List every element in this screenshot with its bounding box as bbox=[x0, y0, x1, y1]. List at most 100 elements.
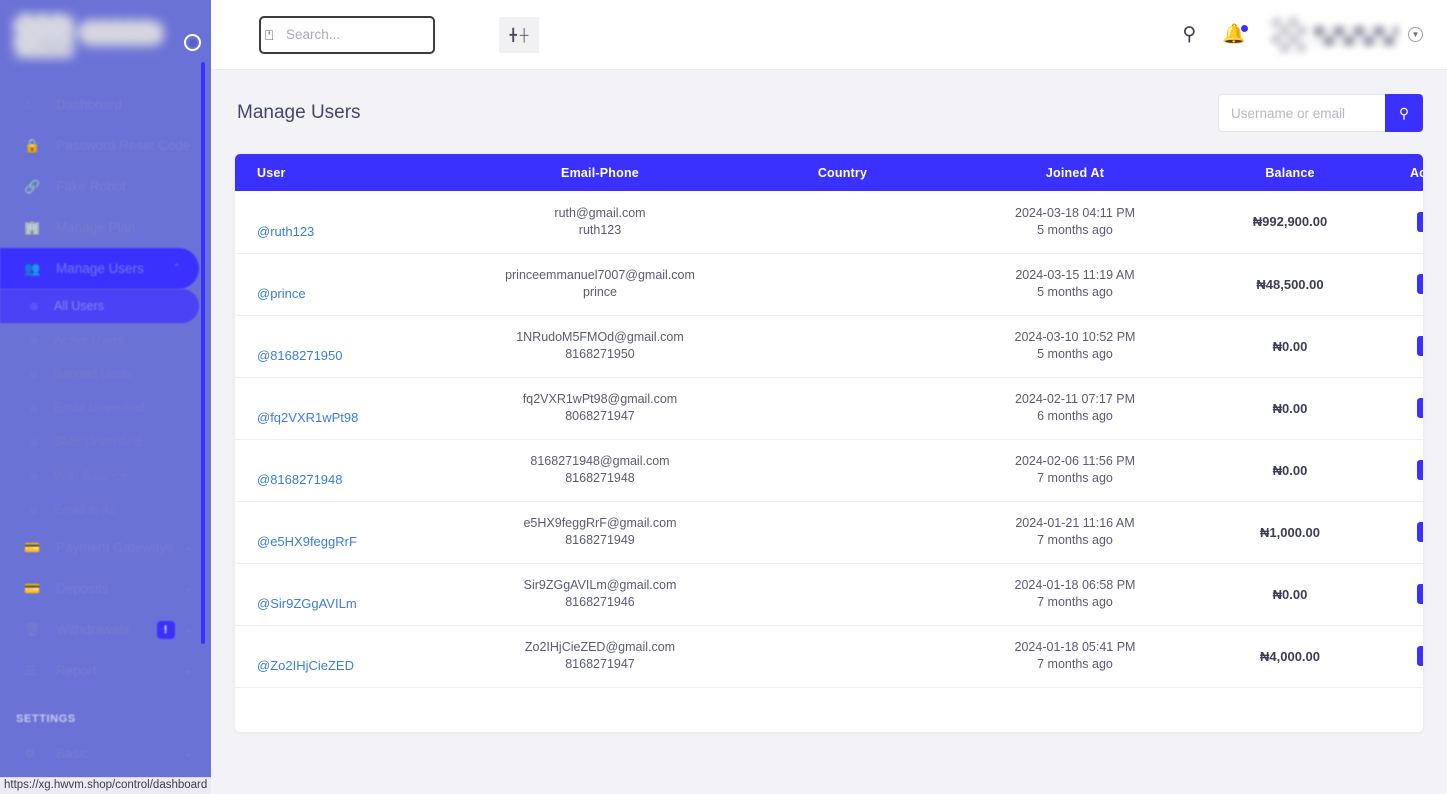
sidebar-item-banned-users[interactable]: ◎ Banned Users bbox=[0, 357, 211, 391]
cell-balance: ₦992,900.00 bbox=[1200, 191, 1380, 254]
user-link[interactable]: @8168271950 bbox=[257, 348, 343, 363]
sidebar-collapse-toggle[interactable] bbox=[184, 34, 201, 51]
topbar-tool-group[interactable]: ╋ ┼ bbox=[499, 16, 539, 53]
sidebar-item-basic[interactable]: ⚙ Basic ⌄ bbox=[0, 733, 211, 774]
search-slash-icon: ⍞ bbox=[265, 26, 274, 43]
cell-email-phone: 1NRudoM5FMOd@gmail.com 8168271950 bbox=[465, 315, 735, 378]
sidebar-scrollbar[interactable] bbox=[201, 62, 205, 644]
sidebar-item-email-to-all[interactable]: ◎ Email to All bbox=[0, 493, 211, 527]
joined-date: 2024-03-15 11:19 AM bbox=[1015, 268, 1135, 282]
cell-balance: ₦0.00 bbox=[1200, 377, 1380, 440]
users-icon: 👥 bbox=[24, 260, 41, 276]
dot-circle-icon: ◎ bbox=[30, 300, 38, 311]
view-user-button[interactable] bbox=[1417, 211, 1423, 232]
collapse-icon[interactable]: ┼ bbox=[520, 29, 529, 41]
cell-country bbox=[735, 563, 950, 626]
joined-date: 2024-02-11 07:17 PM bbox=[1015, 392, 1135, 406]
user-phone: 8168271950 bbox=[565, 347, 635, 361]
user-link[interactable]: @Sir9ZGgAVILm bbox=[257, 596, 357, 611]
cell-email-phone: Zo2IHjCieZED@gmail.com 8168271947 bbox=[465, 625, 735, 688]
cell-user: @ruth123 bbox=[235, 191, 465, 254]
user-search-button[interactable]: ⚲ bbox=[1385, 94, 1423, 132]
table-row: @fq2VXR1wPt98 fq2VXR1wPt98@gmail.com 80682… bbox=[235, 377, 1423, 440]
joined-relative: 7 months ago bbox=[1037, 657, 1113, 671]
cell-country bbox=[735, 253, 950, 316]
home-icon: ⌂ bbox=[24, 97, 32, 112]
table-row: @Zo2IHjCieZED Zo2IHjCieZED@gmail.com 81682… bbox=[235, 625, 1423, 688]
user-email: 8168271948@gmail.com bbox=[530, 454, 670, 468]
bell-icon[interactable]: 🔔 bbox=[1222, 25, 1248, 44]
user-link[interactable]: @8168271948 bbox=[257, 472, 343, 487]
cell-joined-at: 2024-03-18 04:11 PM 5 months ago bbox=[950, 191, 1200, 254]
view-user-button[interactable] bbox=[1417, 460, 1423, 480]
view-user-button[interactable] bbox=[1417, 522, 1423, 542]
search-icon[interactable]: ⚲ bbox=[1182, 25, 1196, 44]
withdrawals-alert-badge: ! bbox=[156, 620, 175, 639]
cell-balance: ₦1,000.00 bbox=[1200, 501, 1380, 564]
app-root: YOUXDANYUANMARU ⌂ Dashboard 🔒 Password R… bbox=[0, 0, 1447, 794]
dot-circle-icon: ◎ bbox=[30, 402, 38, 413]
view-user-button[interactable] bbox=[1417, 584, 1423, 604]
sidebar-subitem-label: Email Unverified bbox=[54, 401, 146, 415]
sidebar-item-email-unverified[interactable]: ◎ Email Unverified bbox=[0, 391, 211, 425]
user-search-form: ⚲ bbox=[1218, 94, 1423, 132]
sidebar-item-label: Withdrawals bbox=[56, 622, 130, 637]
sidebar-item-manage-plan[interactable]: 🏢 Manage Plan bbox=[0, 207, 211, 248]
sidebar-item-sms-unverified[interactable]: ◎ SMS Unverified bbox=[0, 425, 211, 459]
profile-menu[interactable]: ▼ bbox=[1272, 17, 1423, 52]
cell-user: @Sir9ZGgAVILm bbox=[235, 563, 465, 626]
users-table-card: User Email-Phone Country Joined At Balan… bbox=[235, 154, 1423, 732]
cell-user: @prince bbox=[235, 253, 465, 316]
cell-balance: ₦4,000.00 bbox=[1200, 625, 1380, 688]
list-icon: ☰ bbox=[24, 662, 36, 678]
joined-relative: 7 months ago bbox=[1037, 471, 1113, 485]
user-link[interactable]: @ruth123 bbox=[257, 224, 314, 239]
search-input[interactable] bbox=[286, 27, 421, 42]
view-user-button[interactable] bbox=[1417, 274, 1423, 294]
sidebar-item-label: Fake Robot bbox=[56, 179, 126, 194]
sidebar-item-password-reset-code[interactable]: 🔒 Password Reset Code bbox=[0, 125, 211, 166]
view-user-button[interactable] bbox=[1417, 336, 1423, 356]
cell-action bbox=[1380, 191, 1423, 254]
sidebar-item-payment-gateways[interactable]: 💳 Payment Gateways ⌄ bbox=[0, 527, 211, 568]
column-header-country: Country bbox=[735, 154, 950, 191]
users-table-head: User Email-Phone Country Joined At Balan… bbox=[235, 154, 1423, 191]
sidebar-item-deposits[interactable]: 💳 Deposits ⌄ bbox=[0, 568, 211, 609]
sidebar-menu: ⌂ Dashboard 🔒 Password Reset Code 🔗 Fake… bbox=[0, 72, 211, 774]
sidebar-item-dashboard[interactable]: ⌂ Dashboard bbox=[0, 84, 211, 125]
chevron-down-icon[interactable]: ▼ bbox=[1408, 27, 1423, 42]
sidebar-item-withdrawals[interactable]: 🗑 Withdrawals ! ⌄ bbox=[0, 609, 211, 650]
username-label bbox=[1314, 22, 1400, 48]
sidebar-item-label: Basic bbox=[56, 746, 90, 761]
sidebar-item-report[interactable]: ☰ Report ⌄ bbox=[0, 650, 211, 691]
user-link[interactable]: @prince bbox=[257, 286, 306, 301]
column-header-action: Action bbox=[1380, 154, 1423, 191]
sidebar-item-with-balance[interactable]: ◎ With Balance bbox=[0, 459, 211, 493]
user-link[interactable]: @e5HX9feggRrF bbox=[257, 534, 357, 549]
view-user-button[interactable] bbox=[1417, 398, 1423, 418]
cell-joined-at: 2024-01-18 05:41 PM 7 months ago bbox=[950, 625, 1200, 688]
table-row: @8168271948 8168271948@gmail.com 816827194… bbox=[235, 439, 1423, 502]
sidebar-item-active-users[interactable]: ◎ Active Users bbox=[0, 323, 211, 357]
cell-user: @8168271950 bbox=[235, 315, 465, 378]
expand-icon[interactable]: ╋ bbox=[510, 29, 517, 41]
cell-user: @fq2VXR1wPt98 bbox=[235, 377, 465, 440]
topbar-search-box[interactable] bbox=[259, 15, 435, 54]
view-user-button[interactable] bbox=[1417, 646, 1423, 666]
sidebar-item-fake-robot[interactable]: 🔗 Fake Robot bbox=[0, 166, 211, 207]
sidebar-item-label: Dashboard bbox=[56, 97, 123, 112]
sidebar-item-manage-users[interactable]: 👥 Manage Users ⌃ bbox=[0, 248, 199, 289]
sidebar-item-label: Deposits bbox=[56, 581, 109, 596]
user-link[interactable]: @Zo2IHjCieZED bbox=[257, 658, 354, 673]
user-search-input[interactable] bbox=[1218, 94, 1385, 132]
user-link[interactable]: @fq2VXR1wPt98 bbox=[257, 410, 358, 425]
user-phone: 8168271949 bbox=[565, 533, 635, 547]
user-email: Sir9ZGgAVILm@gmail.com bbox=[523, 578, 677, 592]
column-header-user: User bbox=[235, 154, 465, 191]
chevron-down-icon: ⌄ bbox=[184, 665, 193, 676]
sidebar-item-all-users[interactable]: ◎ All Users bbox=[0, 289, 199, 323]
user-email: ruth@gmail.com bbox=[554, 205, 646, 220]
table-header-row: User Email-Phone Country Joined At Balan… bbox=[235, 154, 1423, 191]
cell-email-phone: princeemmanuel7007@gmail.com prince bbox=[465, 253, 735, 316]
avatar bbox=[1272, 17, 1306, 52]
